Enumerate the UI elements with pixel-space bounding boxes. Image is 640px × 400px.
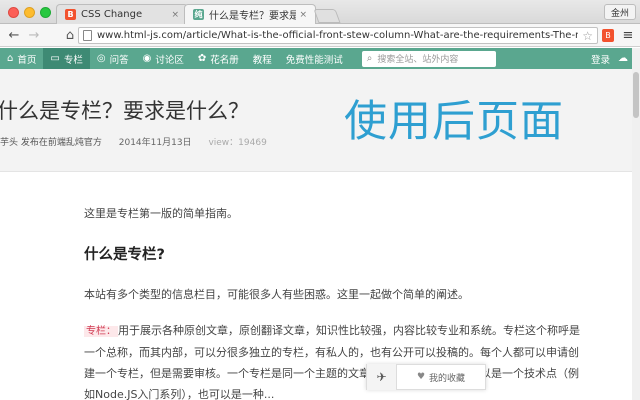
- users-icon: ◉: [142, 53, 152, 64]
- profile-button[interactable]: 金州: [603, 4, 636, 20]
- nav-item-label: 花名册: [210, 54, 239, 66]
- article-date: 2014年11月13日: [118, 138, 192, 148]
- book-icon: ▭: [50, 53, 60, 64]
- tab-favicon: 纯: [193, 9, 204, 20]
- page-scrollbar[interactable]: [632, 48, 640, 400]
- flower-icon: ✿: [197, 53, 207, 64]
- url-text[interactable]: www.html-js.com/article/What-is-the-offi…: [97, 30, 578, 41]
- nav-item-tutorial[interactable]: 教程: [246, 48, 279, 69]
- nav-item-roster[interactable]: ✿ 花名册: [191, 48, 246, 69]
- cloud-icon[interactable]: ☁: [618, 53, 628, 64]
- search-icon: ⌕: [366, 53, 373, 64]
- browser-toolbar: ← → ⌂ www.html-js.com/article/What-is-th…: [0, 24, 640, 47]
- article-meta: 芋头 发布在前端乱炖官方 2014年11月13日 view：19469: [0, 135, 267, 148]
- bookmark-star-icon[interactable]: ☆: [578, 29, 597, 43]
- nav-item-label: 讨论区: [155, 54, 184, 66]
- extension-icon[interactable]: B: [602, 29, 614, 42]
- nav-item-label: 问答: [109, 54, 129, 66]
- nav-item-qa[interactable]: ◎ 问答: [90, 48, 136, 69]
- back-to-top-button[interactable]: ✈: [367, 364, 397, 390]
- tab-favicon: B: [65, 9, 76, 20]
- article-author[interactable]: 芋头 发布在前端乱炖官方: [0, 138, 102, 148]
- my-favorites-button[interactable]: ♥ 我的收藏: [397, 371, 485, 384]
- paragraph-text: 用于展示各种原创文章，原创翻译文章，知识性比较强，内容比较专业和系统。专栏这个称…: [84, 324, 580, 400]
- new-tab-button[interactable]: [313, 9, 341, 23]
- nav-item-label: 专栏: [63, 54, 83, 66]
- search-placeholder: 搜索全站、站外内容: [377, 55, 459, 65]
- back-icon[interactable]: ←: [6, 27, 22, 43]
- site-search-input[interactable]: ⌕ 搜索全站、站外内容: [361, 50, 496, 67]
- close-window-button[interactable]: [8, 7, 19, 18]
- nav-item-column[interactable]: ▭ 专栏: [43, 48, 90, 69]
- nav-item-label: 免费性能测试: [285, 54, 343, 66]
- nav-item-label: 首页: [17, 54, 37, 66]
- home-icon: ⌂: [7, 53, 14, 64]
- tab-css-change[interactable]: B CSS Change ×: [56, 4, 188, 24]
- favorites-label: 我的收藏: [429, 373, 466, 384]
- tab-close-icon[interactable]: ×: [171, 10, 179, 20]
- address-bar[interactable]: www.html-js.com/article/What-is-the-offi…: [78, 27, 598, 44]
- article-header: 什么是专栏？要求是什么？ 芋头 发布在前端乱炖官方 2014年11月13日 vi…: [0, 69, 632, 172]
- scrollbar-thumb[interactable]: [633, 72, 639, 118]
- article-paragraph: 专栏： 用于展示各种原创文章，原创翻译文章，知识性比较强，内容比较专业和系统。专栏…: [84, 320, 584, 400]
- column-tag: 专栏：: [84, 326, 118, 337]
- nav-right: 登录 ☁: [591, 48, 628, 69]
- tab-close-icon[interactable]: ×: [299, 10, 307, 20]
- maximize-window-button[interactable]: [40, 7, 51, 18]
- article-title: 什么是专栏？要求是什么？: [0, 99, 249, 123]
- page-icon: [83, 30, 92, 41]
- section-heading: 什么是专栏?: [84, 247, 165, 263]
- tab-article[interactable]: 纯 什么是专栏？要求是什么？ ×: [184, 4, 316, 24]
- login-link[interactable]: 登录: [591, 52, 610, 66]
- menu-icon[interactable]: ≡: [620, 27, 636, 43]
- tab-title: CSS Change: [81, 9, 143, 20]
- floating-action-bar: ✈ ♥ 我的收藏: [366, 364, 486, 390]
- pin-icon: ◎: [96, 53, 106, 64]
- heart-icon: ♥: [416, 372, 426, 382]
- browser-titlebar: B CSS Change × 纯 什么是专栏？要求是什么？ × 金州: [0, 0, 640, 24]
- nav-item-forum[interactable]: ◉ 讨论区: [136, 48, 191, 69]
- nav-item-perf-test[interactable]: 免费性能测试: [279, 48, 350, 69]
- plane-icon: ✈: [376, 370, 387, 384]
- tab-title: 什么是专栏？要求是什么？: [209, 11, 297, 22]
- site-nav: ⌂ 首页 ▭ 专栏 ◎ 问答 ◉ 讨论区 ✿ 花名册 教程 免费性能测试 ⌕ 搜…: [0, 48, 632, 69]
- article-body: 这里是专栏第一版的简单指南。 什么是专栏? 本站有多个类型的信息栏目，可能很多人…: [84, 172, 584, 400]
- article-intro: 这里是专栏第一版的简单指南。: [84, 207, 238, 220]
- minimize-window-button[interactable]: [24, 7, 35, 18]
- page-viewport: ⌂ 首页 ▭ 专栏 ◎ 问答 ◉ 讨论区 ✿ 花名册 教程 免费性能测试 ⌕ 搜…: [0, 48, 640, 400]
- article-paragraph: 本站有多个类型的信息栏目，可能很多人有些困惑。这里一起做个简单的阐述。: [84, 288, 469, 301]
- home-icon[interactable]: ⌂: [62, 27, 78, 43]
- forward-icon[interactable]: →: [26, 27, 42, 43]
- overlay-label: 使用后页面: [344, 97, 564, 147]
- nav-item-label: 教程: [252, 54, 272, 66]
- article-views: view：19469: [208, 138, 267, 148]
- nav-item-home[interactable]: ⌂ 首页: [0, 48, 43, 69]
